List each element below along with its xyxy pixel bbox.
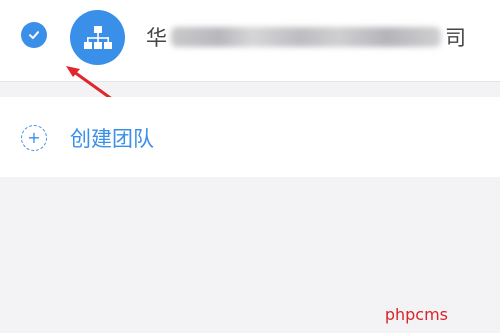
create-team-button[interactable]: 创建团队 (70, 123, 154, 153)
organization-name: 华 司 (146, 19, 466, 55)
org-chart-icon (70, 10, 125, 65)
organization-name-last-char: 司 (445, 26, 466, 50)
check-circle-icon[interactable] (21, 22, 47, 48)
redacted-text (171, 27, 441, 47)
watermark: phpcms (384, 305, 448, 324)
dashed-plus-circle-icon[interactable]: + (21, 125, 47, 151)
organization-name-first-char: 华 (146, 26, 167, 50)
